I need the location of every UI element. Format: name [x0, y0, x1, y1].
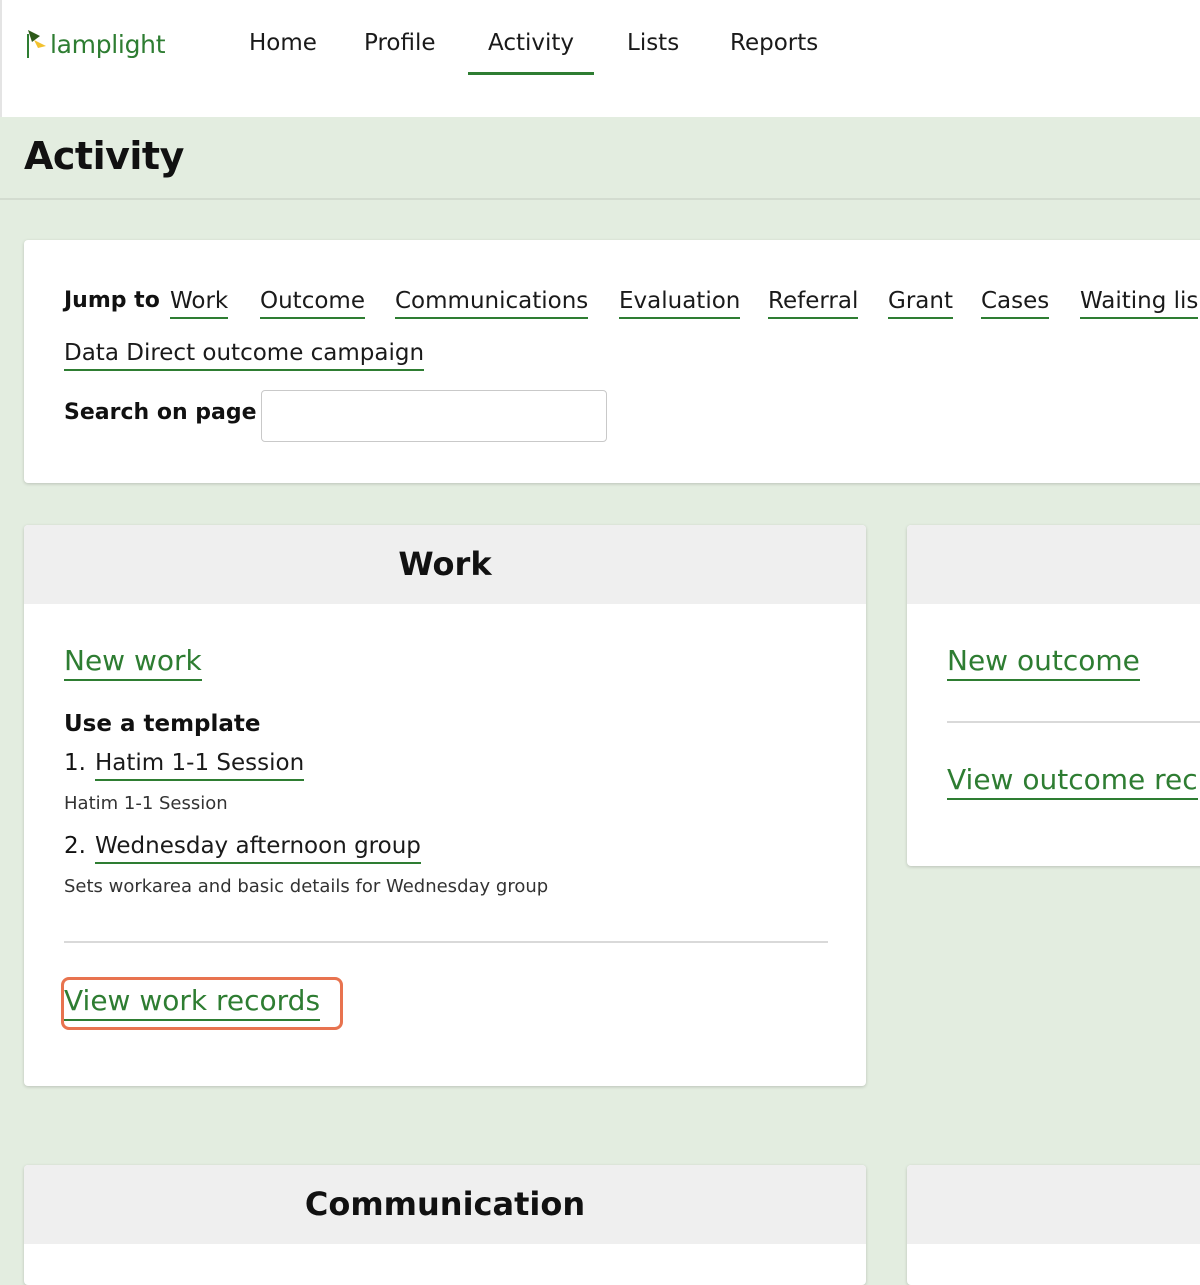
lamplight-logo[interactable]: lamplight: [24, 24, 166, 64]
search-input[interactable]: [261, 390, 607, 442]
outcome-panel: New outcome View outcome rec: [907, 525, 1200, 866]
template-description: Sets workarea and basic details for Wedn…: [64, 876, 549, 897]
outcome-panel-header: [907, 525, 1200, 604]
new-work-link[interactable]: New work: [64, 645, 202, 681]
page-header: Activity: [0, 117, 1200, 200]
template-link-wednesday-group[interactable]: Wednesday afternoon group: [95, 833, 421, 864]
divider: [64, 941, 828, 943]
jump-link-outcome[interactable]: Outcome: [260, 288, 365, 319]
top-navigation-bar: lamplight Home Profile Activity Lists Re…: [0, 0, 1200, 117]
work-panel-title: Work: [24, 525, 866, 604]
nav-activity[interactable]: Activity: [467, 30, 595, 75]
jump-link-data-direct[interactable]: Data Direct outcome campaign: [64, 340, 425, 371]
nav-lists[interactable]: Lists: [627, 30, 679, 56]
communication-panel-title: Communication: [24, 1165, 866, 1244]
search-label: Search on page: [64, 400, 257, 425]
communication-panel: Communication: [24, 1165, 866, 1285]
jump-link-evaluation[interactable]: Evaluation: [619, 288, 741, 319]
jump-link-referral[interactable]: Referral: [768, 288, 859, 319]
template-number: 1.: [64, 750, 86, 776]
nav-home[interactable]: Home: [249, 30, 317, 56]
lamp-icon: [27, 30, 46, 58]
logo-text: lamplight: [50, 29, 166, 59]
jump-link-work[interactable]: Work: [170, 288, 229, 319]
work-panel: Work New work Use a template 1. Hatim 1-…: [24, 525, 866, 1086]
divider: [947, 721, 1200, 723]
new-outcome-link[interactable]: New outcome: [947, 645, 1140, 681]
highlight-box: [61, 977, 343, 1030]
template-number: 2.: [64, 833, 86, 859]
nav-profile[interactable]: Profile: [364, 30, 436, 56]
jump-link-grant[interactable]: Grant: [888, 288, 953, 319]
nav-reports[interactable]: Reports: [730, 30, 818, 56]
jump-to-label: Jump to: [64, 288, 160, 313]
jump-to-card: Jump to Work Outcome Communications Eval…: [24, 240, 1200, 483]
view-outcome-records-link[interactable]: View outcome rec: [947, 764, 1198, 800]
secondary-panel: [907, 1165, 1200, 1285]
template-description: Hatim 1-1 Session: [64, 793, 228, 814]
template-link-hatim[interactable]: Hatim 1-1 Session: [95, 750, 305, 781]
jump-link-waiting-list[interactable]: Waiting lis: [1080, 288, 1199, 319]
page-title: Activity: [24, 134, 184, 178]
use-template-heading: Use a template: [64, 711, 261, 737]
jump-link-communications[interactable]: Communications: [395, 288, 589, 319]
secondary-panel-header: [907, 1165, 1200, 1244]
jump-link-cases[interactable]: Cases: [981, 288, 1050, 319]
